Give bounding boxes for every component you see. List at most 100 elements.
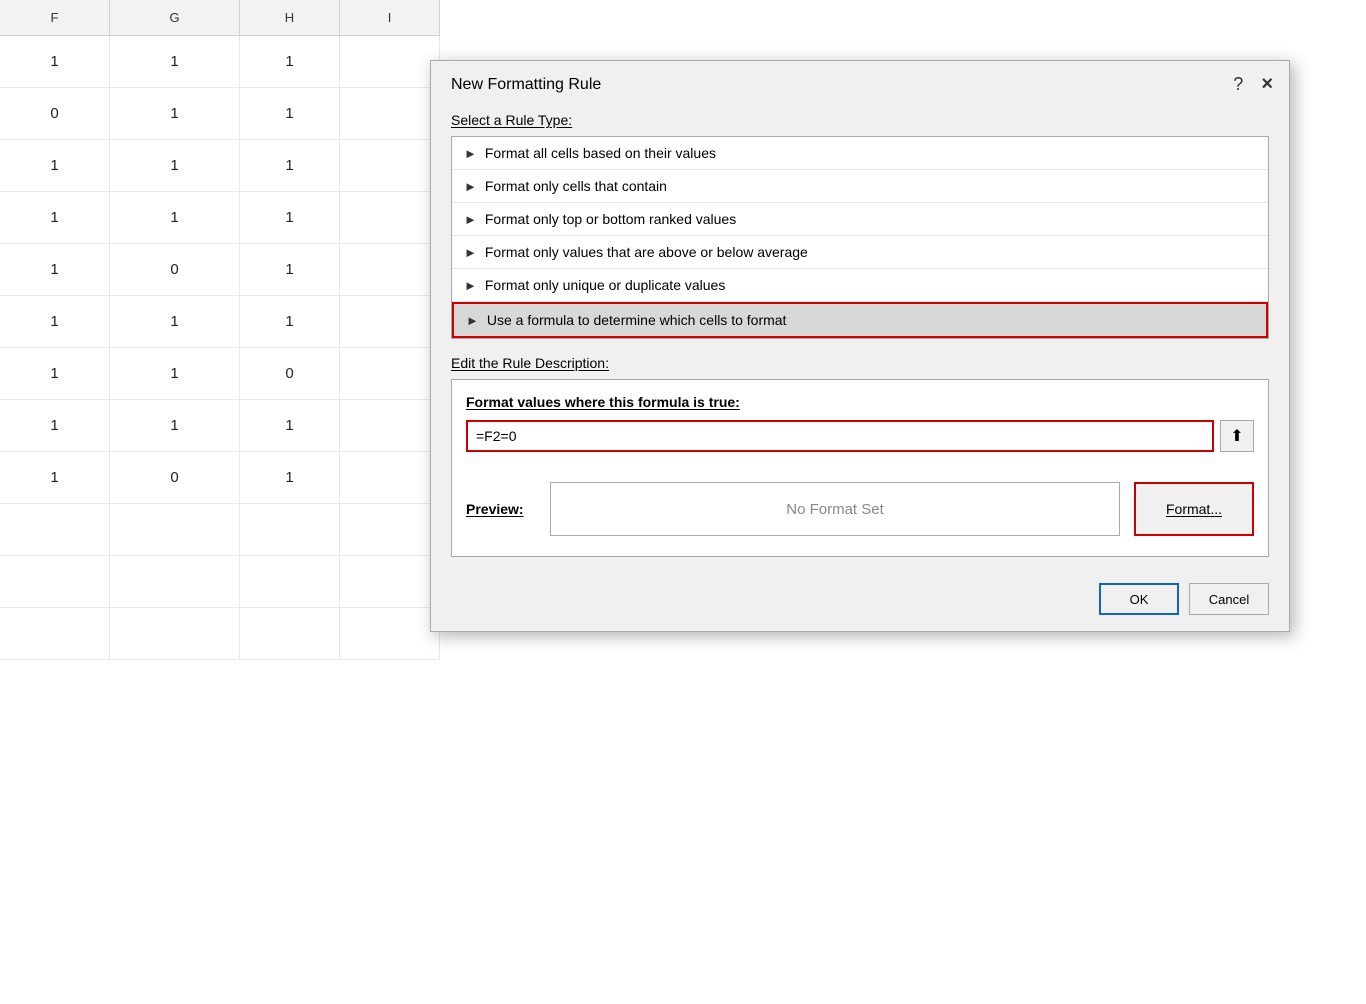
cell-i8 — [340, 400, 440, 451]
rule-type-list: ► Format all cells based on their values… — [451, 136, 1269, 339]
table-row: 1 0 1 — [0, 244, 440, 296]
cell-g5: 0 — [110, 244, 240, 295]
table-row: 1 1 1 — [0, 400, 440, 452]
arrow-icon-1: ► — [464, 179, 477, 194]
rule-type-item-1[interactable]: ► Format only cells that contain — [452, 170, 1268, 203]
cell-g11 — [110, 556, 240, 607]
arrow-icon-3: ► — [464, 245, 477, 260]
cell-i11 — [340, 556, 440, 607]
select-rule-label: Select a Rule Type: — [451, 112, 1269, 128]
cell-f12 — [0, 608, 110, 659]
edit-description-box: Format values where this formula is true… — [451, 379, 1269, 557]
rule-type-item-5[interactable]: ► Use a formula to determine which cells… — [452, 302, 1268, 338]
cell-f9: 1 — [0, 452, 110, 503]
table-row: 1 1 0 — [0, 348, 440, 400]
arrow-icon-5: ► — [466, 313, 479, 328]
cell-h3: 1 — [240, 140, 340, 191]
rule-type-label-1: Format only cells that contain — [485, 178, 667, 194]
cell-h2: 1 — [240, 88, 340, 139]
cell-g6: 1 — [110, 296, 240, 347]
format-button[interactable]: Format... — [1134, 482, 1254, 536]
dialog-title: New Formatting Rule — [451, 76, 601, 94]
cell-h5: 1 — [240, 244, 340, 295]
formula-label: Format values where this formula is true… — [466, 394, 1254, 410]
spreadsheet: F G H I 1 1 1 0 1 1 1 1 1 1 1 1 1 0 1 1 … — [0, 0, 440, 1004]
dialog-title-icons: ? × — [1233, 73, 1273, 96]
cell-h1: 1 — [240, 36, 340, 87]
rule-type-item-2[interactable]: ► Format only top or bottom ranked value… — [452, 203, 1268, 236]
cell-i5 — [340, 244, 440, 295]
cell-g8: 1 — [110, 400, 240, 451]
cell-i1 — [340, 36, 440, 87]
rule-type-item-4[interactable]: ► Format only unique or duplicate values — [452, 269, 1268, 302]
cell-f5: 1 — [0, 244, 110, 295]
help-icon[interactable]: ? — [1233, 74, 1243, 95]
table-row: 0 1 1 — [0, 88, 440, 140]
cell-g7: 1 — [110, 348, 240, 399]
preview-box: No Format Set — [550, 482, 1120, 536]
cell-h12 — [240, 608, 340, 659]
cell-i2 — [340, 88, 440, 139]
cell-f6: 1 — [0, 296, 110, 347]
new-formatting-rule-dialog: New Formatting Rule ? × Select a Rule Ty… — [430, 60, 1290, 632]
rule-type-label-3: Format only values that are above or bel… — [485, 244, 808, 260]
cell-g10 — [110, 504, 240, 555]
preview-row: Preview: No Format Set Format... — [466, 482, 1254, 536]
cell-i3 — [340, 140, 440, 191]
cell-f11 — [0, 556, 110, 607]
cell-i4 — [340, 192, 440, 243]
cell-h6: 1 — [240, 296, 340, 347]
rule-type-label-2: Format only top or bottom ranked values — [485, 211, 736, 227]
cell-i10 — [340, 504, 440, 555]
rule-type-item-3[interactable]: ► Format only values that are above or b… — [452, 236, 1268, 269]
table-row: 1 0 1 — [0, 452, 440, 504]
cell-g3: 1 — [110, 140, 240, 191]
cell-h11 — [240, 556, 340, 607]
cell-g9: 0 — [110, 452, 240, 503]
cell-f10 — [0, 504, 110, 555]
dialog-body: Select a Rule Type: ► Format all cells b… — [431, 106, 1289, 573]
cell-h4: 1 — [240, 192, 340, 243]
cell-h8: 1 — [240, 400, 340, 451]
arrow-icon-0: ► — [464, 146, 477, 161]
table-row — [0, 556, 440, 608]
cell-g4: 1 — [110, 192, 240, 243]
formula-collapse-button[interactable]: ⬆ — [1220, 420, 1254, 452]
cell-i12 — [340, 608, 440, 659]
close-icon[interactable]: × — [1261, 73, 1273, 96]
cell-i7 — [340, 348, 440, 399]
table-row: 1 1 1 — [0, 296, 440, 348]
edit-rule-label: Edit the Rule Description: — [451, 355, 1269, 371]
col-header-f: F — [0, 0, 110, 35]
cell-i9 — [340, 452, 440, 503]
rule-type-label-0: Format all cells based on their values — [485, 145, 716, 161]
cell-f1: 1 — [0, 36, 110, 87]
cell-f8: 1 — [0, 400, 110, 451]
cell-f3: 1 — [0, 140, 110, 191]
arrow-icon-2: ► — [464, 212, 477, 227]
dialog-footer: OK Cancel — [431, 573, 1289, 631]
cancel-button[interactable]: Cancel — [1189, 583, 1269, 615]
table-row: 1 1 1 — [0, 192, 440, 244]
cell-f7: 1 — [0, 348, 110, 399]
formula-input-row: ⬆ — [466, 420, 1254, 452]
arrow-icon-4: ► — [464, 278, 477, 293]
cell-h7: 0 — [240, 348, 340, 399]
table-row — [0, 608, 440, 660]
table-row: 1 1 1 — [0, 36, 440, 88]
column-headers: F G H I — [0, 0, 440, 36]
rule-type-item-0[interactable]: ► Format all cells based on their values — [452, 137, 1268, 170]
preview-label: Preview: — [466, 501, 536, 517]
cell-h10 — [240, 504, 340, 555]
ok-button[interactable]: OK — [1099, 583, 1179, 615]
cell-h9: 1 — [240, 452, 340, 503]
cell-f4: 1 — [0, 192, 110, 243]
preview-text: No Format Set — [786, 501, 884, 518]
table-row: 1 1 1 — [0, 140, 440, 192]
cell-f2: 0 — [0, 88, 110, 139]
formula-input[interactable] — [466, 420, 1214, 452]
dialog-titlebar: New Formatting Rule ? × — [431, 61, 1289, 106]
rule-type-label-5: Use a formula to determine which cells t… — [487, 312, 787, 328]
rule-type-label-4: Format only unique or duplicate values — [485, 277, 725, 293]
cell-i6 — [340, 296, 440, 347]
